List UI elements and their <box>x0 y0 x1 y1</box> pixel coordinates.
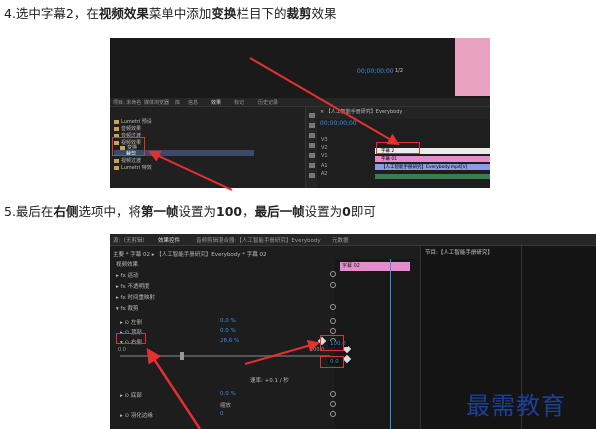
tab-history[interactable]: 历史记录 <box>258 99 278 106</box>
crop-param-right[interactable]: ▾ ⊙ 右侧 28.6 % <box>110 337 420 347</box>
crop-bottom-value[interactable]: 0.0 % <box>220 391 236 397</box>
tools-panel <box>305 107 317 188</box>
crop-param-zoom[interactable]: 缩放 <box>110 400 420 410</box>
highlight-subtitle-2-clip <box>376 142 420 154</box>
selection-tool-icon[interactable] <box>309 113 315 118</box>
timeline-timecode[interactable]: 00;00;00;00 <box>320 120 357 127</box>
tab-project[interactable]: 项目: 未命名 <box>113 99 141 106</box>
crop-param-left[interactable]: ▸ ⊙ 左侧 0.0 % <box>110 317 420 327</box>
tab-source[interactable]: 源:（无剪辑） <box>113 236 148 244</box>
effects-folder-lumetri-looks[interactable]: Lumetri 特效 <box>114 164 152 171</box>
step-5-instruction: 5.最后在右侧选项中，将第一帧设置为100，最后一帧设置为0即可 <box>4 204 376 219</box>
effect-row-crop[interactable]: ▾ fx 裁剪 <box>110 303 420 313</box>
reset-icon[interactable] <box>330 318 336 324</box>
folder-icon <box>114 165 119 170</box>
value-slider-track[interactable] <box>120 355 330 357</box>
reset-icon[interactable] <box>330 391 336 397</box>
preview-timecode: 00;00;00;00 <box>357 68 394 75</box>
effects-folder-audio-effects[interactable]: 音频效果 <box>114 125 141 132</box>
crop-right-value[interactable]: 28.6 % <box>220 338 239 344</box>
reset-icon[interactable] <box>330 411 336 417</box>
reset-icon[interactable] <box>330 401 336 407</box>
effects-folder-lumetri[interactable]: Lumetri 预设 <box>114 118 152 125</box>
playhead-line[interactable] <box>390 259 391 429</box>
highlight-last-keyframe-value <box>320 356 344 368</box>
effect-controls-clip-header: 主要 * 字幕 02 ▸ 【人工智能手册研究】Everybody * 字幕 02 <box>113 252 267 258</box>
tab-effect-controls[interactable]: 效果控件 <box>158 236 180 244</box>
slip-tool-icon[interactable] <box>309 153 315 158</box>
razor-tool-icon[interactable] <box>309 143 315 148</box>
reset-icon[interactable] <box>330 328 336 334</box>
effect-row-opacity[interactable]: ▸ fx 不透明度 <box>110 281 420 291</box>
timeline-title[interactable]: × 【人工智能手册研究】Everybody <box>317 107 490 119</box>
tab-metadata[interactable]: 元数据 <box>332 236 349 244</box>
highlight-crop-effect <box>112 137 145 156</box>
slider-min-label: 0.0 <box>118 347 126 353</box>
track-a2[interactable]: A2 <box>321 171 328 177</box>
ripple-edit-tool-icon[interactable] <box>309 133 315 138</box>
tab-media-browser[interactable]: 媒体浏览器 <box>144 99 169 106</box>
clip-subtitle-01[interactable]: 字幕 01 <box>375 156 490 162</box>
tab-library[interactable]: 库 <box>175 99 180 106</box>
folder-icon <box>114 119 119 124</box>
pen-tool-icon[interactable] <box>309 163 315 168</box>
folder-icon <box>114 158 119 163</box>
tab-info[interactable]: 信息 <box>188 99 198 106</box>
effects-folder-video-transitions[interactable]: 视频过渡 <box>114 157 141 164</box>
track-a1[interactable]: A1 <box>321 163 328 169</box>
effect-row-time-remap[interactable]: ▸ fx 时间重映射 <box>110 292 420 302</box>
panel-tabs: 项目: 未命名 媒体浏览器 库 信息 效果 标记 历史记录 <box>110 98 490 107</box>
track-v2[interactable]: V2 <box>321 145 328 151</box>
velocity-readout: 速率: +0.1 / 秒 <box>250 378 289 384</box>
track-v1[interactable]: V1 <box>321 153 328 159</box>
folder-icon <box>114 126 119 131</box>
clip-video-v1[interactable]: 【人工智能手册研究】Everybody.mp4[V] <box>375 164 490 170</box>
effect-row-motion[interactable]: ▸ fx 运动 <box>110 270 420 280</box>
tab-markers[interactable]: 标记 <box>234 99 244 106</box>
crop-left-value[interactable]: 0.0 % <box>220 318 236 324</box>
watermark-logo-text: 最需教育 <box>466 392 566 420</box>
clip-audio-a1[interactable] <box>375 174 490 179</box>
program-monitor <box>110 38 490 98</box>
preview-resolution: 1/2 <box>395 68 404 74</box>
tab-audio-clip-mixer[interactable]: 音频剪辑混合器:【人工智能手册研究】Everybody <box>196 236 321 244</box>
value-slider-handle[interactable] <box>180 352 184 360</box>
reset-icon[interactable] <box>330 282 336 288</box>
screenshot-effects-panel: 00;00;00;00 1/2 项目: 未命名 媒体浏览器 库 信息 效果 标记… <box>110 38 490 188</box>
video-preview-frame <box>455 38 490 96</box>
crop-param-bottom[interactable]: ▸ ⊙ 底部 0.0 % <box>110 390 420 400</box>
step-4-instruction: 4.选中字幕2，在视频效果菜单中添加变换栏目下的裁剪效果 <box>4 6 337 21</box>
panel-tabs: 源:（无剪辑） 效果控件 音频剪辑混合器:【人工智能手册研究】Everybody… <box>110 234 596 246</box>
tab-effects[interactable]: 效果 <box>211 99 221 106</box>
crop-param-feather[interactable]: ▸ ⊙ 羽化边缘 0 <box>110 410 420 420</box>
highlight-right-param <box>116 333 146 344</box>
reset-icon[interactable] <box>330 304 336 310</box>
hand-tool-icon[interactable] <box>309 173 315 178</box>
reset-icon[interactable] <box>330 271 336 277</box>
crop-top-value[interactable]: 0.0 % <box>220 328 236 334</box>
program-monitor-title[interactable]: 节目:【人工智能手册研究】 <box>425 248 493 256</box>
track-v3[interactable]: V3 <box>321 137 328 143</box>
highlight-first-keyframe-value <box>320 335 344 351</box>
crop-feather-value[interactable]: 0 <box>220 411 224 417</box>
track-select-tool-icon[interactable] <box>309 123 315 128</box>
crop-param-top[interactable]: ▸ ⊙ 顶部 0.0 % <box>110 327 420 337</box>
